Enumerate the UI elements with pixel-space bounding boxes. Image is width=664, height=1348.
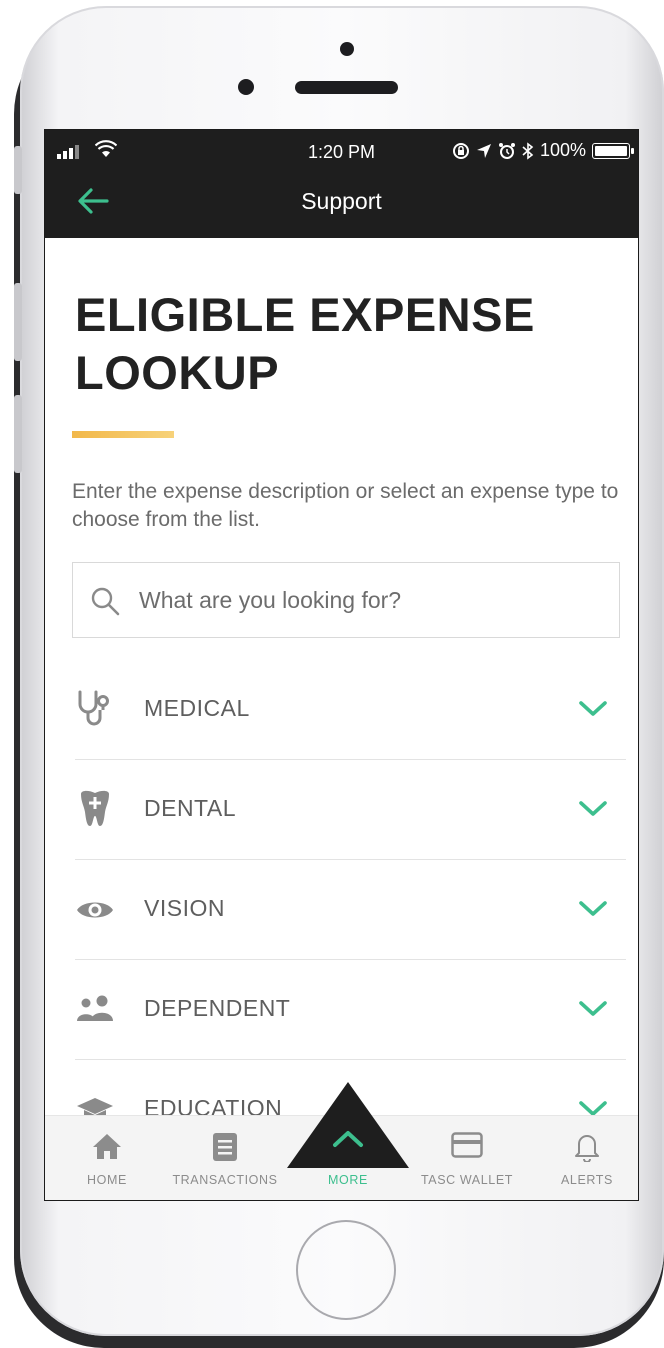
category-row-dental[interactable]: DENTAL [75,760,626,860]
nav-title: Support [301,188,382,214]
tab-alerts[interactable]: ALERTS [547,1116,627,1200]
chevron-down-icon [579,801,607,816]
category-label: MEDICAL [144,695,250,721]
home-button[interactable] [296,1220,396,1320]
app-header: 1:20 PM 100% Support [45,130,638,238]
front-camera [340,42,354,56]
volume-up-button [14,283,22,361]
bluetooth-icon [522,141,534,160]
tab-transactions[interactable]: TRANSACTIONS [170,1116,280,1200]
tab-label: TASC WALLET [420,1173,514,1187]
app-screen: 1:20 PM 100% Support ELIGIBLE EXPENSE LO… [45,130,638,1200]
main-content: ELIGIBLE EXPENSE LOOKUP Enter the expens… [45,238,638,1200]
tooth-icon [81,790,109,826]
category-row-vision[interactable]: VISION [75,860,626,960]
tab-tasc-wallet[interactable]: TASC WALLET [415,1116,519,1200]
tab-label: MORE [328,1173,368,1187]
volume-down-button [14,395,22,473]
people-icon [77,995,113,1021]
earpiece-speaker [295,81,398,94]
bell-icon [575,1135,599,1162]
alarm-icon [498,142,515,159]
tab-more[interactable]: MORE [307,1116,389,1200]
battery-percent: 100% [539,140,586,160]
chevron-down-icon [579,701,607,716]
chevron-up-icon [333,1131,363,1147]
tab-label: TRANSACTIONS [172,1173,278,1187]
tab-label: HOME [87,1173,127,1187]
search-placeholder: What are you looking for? [139,587,402,613]
status-bar: 1:20 PM 100% [45,130,638,174]
bottom-tab-bar: HOME TRANSACTIONS MORE TASC WALLET ALERT… [45,1082,638,1200]
category-row-medical[interactable]: MEDICAL [75,660,626,760]
location-icon [476,143,491,158]
proximity-sensor [238,79,254,95]
stethoscope-icon [78,690,109,726]
tab-label: ALERTS [560,1173,613,1187]
category-label: VISION [144,895,225,921]
search-input[interactable]: What are you looking for? [72,562,620,638]
category-row-dependent[interactable]: DEPENDENT [75,960,626,1060]
nav-bar: Support [45,176,638,226]
transactions-icon [213,1133,237,1161]
page-title: ELIGIBLE EXPENSE LOOKUP [75,288,535,399]
battery-icon [592,142,634,159]
chevron-down-icon [579,1001,607,1016]
home-icon [93,1134,121,1159]
chevron-down-icon [579,901,607,916]
rotation-lock-icon [452,142,469,159]
mute-switch [14,146,22,194]
category-label: DENTAL [144,795,237,821]
category-label: DEPENDENT [144,995,291,1021]
tab-home[interactable]: HOME [65,1116,149,1200]
status-right: 100% [452,140,634,161]
eye-icon [77,902,113,918]
intro-text: Enter the expense description or select … [72,480,619,531]
title-underline [72,431,174,438]
search-icon [91,587,120,616]
card-icon [451,1132,483,1158]
